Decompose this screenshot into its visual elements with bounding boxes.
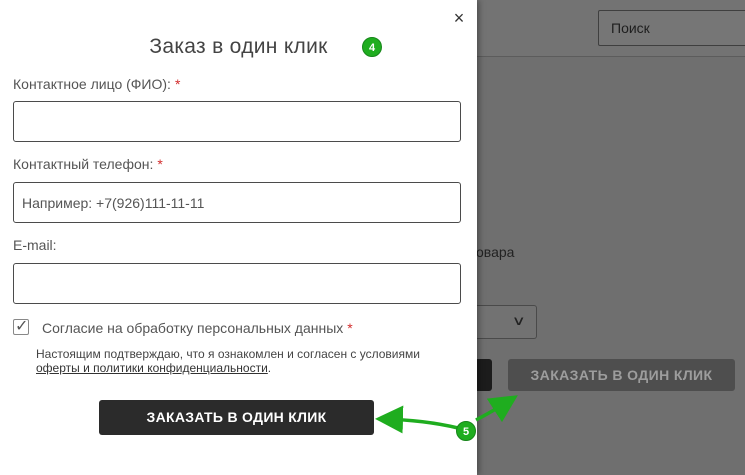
phone-field-label: Контактный телефон: * bbox=[13, 156, 163, 172]
email-field-label: E-mail: bbox=[13, 237, 57, 253]
background-variant-select[interactable]: ∨ bbox=[470, 305, 537, 339]
background-search-input[interactable]: Поиск bbox=[598, 10, 745, 46]
step-badge-5: 5 bbox=[456, 421, 476, 441]
name-field-label: Контактное лицо (ФИО): * bbox=[13, 76, 180, 92]
close-icon[interactable]: × bbox=[449, 8, 469, 28]
step-badge-4: 4 bbox=[362, 37, 382, 57]
name-label-text: Контактное лицо (ФИО): bbox=[13, 76, 171, 92]
checkmark-icon: ✓ bbox=[15, 318, 29, 335]
consent-label: Согласие на обработку персональных данны… bbox=[42, 320, 353, 336]
email-input[interactable] bbox=[13, 263, 461, 304]
required-mark: * bbox=[157, 156, 163, 172]
phone-label-text: Контактный телефон: bbox=[13, 156, 154, 172]
consent-label-text: Согласие на обработку персональных данны… bbox=[42, 320, 344, 336]
consent-checkbox[interactable]: ✓ bbox=[13, 318, 29, 335]
chevron-down-icon: ∨ bbox=[512, 313, 527, 328]
offer-policy-link[interactable]: оферты и политики конфиденциальности bbox=[36, 361, 268, 375]
consent-note-prefix: Настоящим подтверждаю, что я ознакомлен … bbox=[36, 347, 420, 361]
consent-note: Настоящим подтверждаю, что я ознакомлен … bbox=[36, 347, 456, 375]
background-one-click-order-button[interactable]: ЗАКАЗАТЬ В ОДИН КЛИК bbox=[508, 359, 735, 391]
email-label-text: E-mail: bbox=[13, 237, 57, 253]
required-mark: * bbox=[347, 320, 353, 336]
one-click-order-modal: × Заказ в один клик Контактное лицо (ФИО… bbox=[0, 0, 477, 475]
modal-title: Заказ в один клик bbox=[149, 35, 328, 58]
submit-one-click-order-button[interactable]: ЗАКАЗАТЬ В ОДИН КЛИК bbox=[99, 400, 374, 435]
required-mark: * bbox=[174, 76, 181, 92]
background-partial-text: овара bbox=[476, 244, 515, 260]
consent-note-suffix: . bbox=[267, 361, 272, 375]
phone-input[interactable] bbox=[13, 182, 461, 223]
name-input[interactable] bbox=[13, 101, 461, 142]
